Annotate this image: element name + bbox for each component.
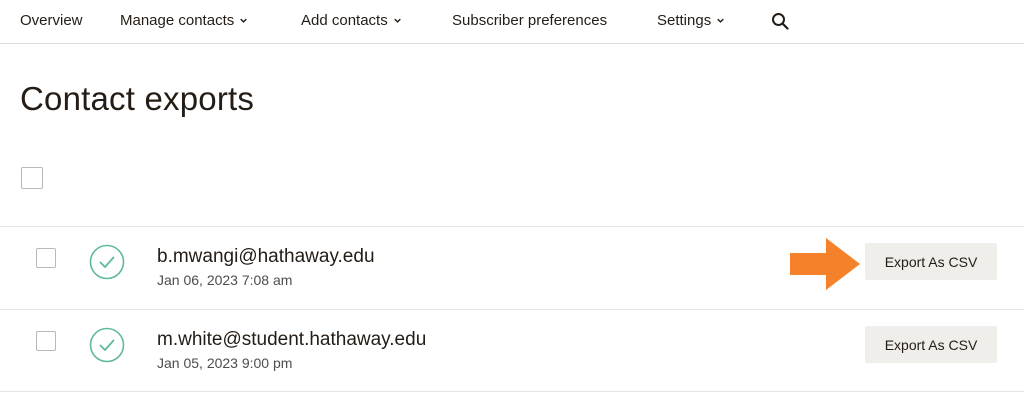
select-all-checkbox[interactable]	[21, 167, 43, 189]
nav-item-label: Settings	[657, 12, 712, 29]
nav-item-manage-contacts[interactable]: Manage contacts	[120, 12, 248, 29]
check-circle-icon	[89, 327, 125, 363]
nav-item-label: Overview	[20, 12, 83, 29]
nav-item-label: Add contacts	[301, 12, 388, 29]
row-checkbox[interactable]	[36, 331, 56, 351]
list-divider	[0, 309, 1024, 310]
export-as-csv-button[interactable]: Export As CSV	[865, 243, 997, 280]
export-date: Jan 06, 2023 7:08 am	[157, 272, 293, 288]
nav-item-overview[interactable]: Overview	[20, 12, 83, 29]
chevron-down-icon	[717, 18, 724, 23]
nav-item-label: Subscriber preferences	[452, 12, 608, 29]
top-nav: Overview Manage contacts Add contacts Su…	[0, 0, 1024, 44]
export-email: b.mwangi@hathaway.edu	[157, 246, 375, 267]
nav-item-label: Manage contacts	[120, 12, 235, 29]
nav-item-add-contacts[interactable]: Add contacts	[301, 12, 401, 29]
nav-item-subscriber-preferences[interactable]: Subscriber preferences	[452, 12, 607, 29]
export-email: m.white@student.hathaway.edu	[157, 329, 427, 350]
chevron-down-icon	[240, 18, 248, 23]
page-title: Contact exports	[20, 80, 255, 117]
check-circle-icon	[89, 244, 125, 280]
row-checkbox[interactable]	[36, 248, 56, 268]
list-divider	[0, 391, 1024, 392]
arrow-right-icon	[790, 238, 860, 290]
export-date: Jan 05, 2023 9:00 pm	[157, 355, 293, 371]
list-divider	[0, 226, 1024, 227]
export-as-csv-button[interactable]: Export As CSV	[865, 326, 997, 363]
search-icon[interactable]	[771, 12, 789, 30]
nav-item-settings[interactable]: Settings	[657, 12, 724, 29]
chevron-down-icon	[393, 18, 401, 23]
